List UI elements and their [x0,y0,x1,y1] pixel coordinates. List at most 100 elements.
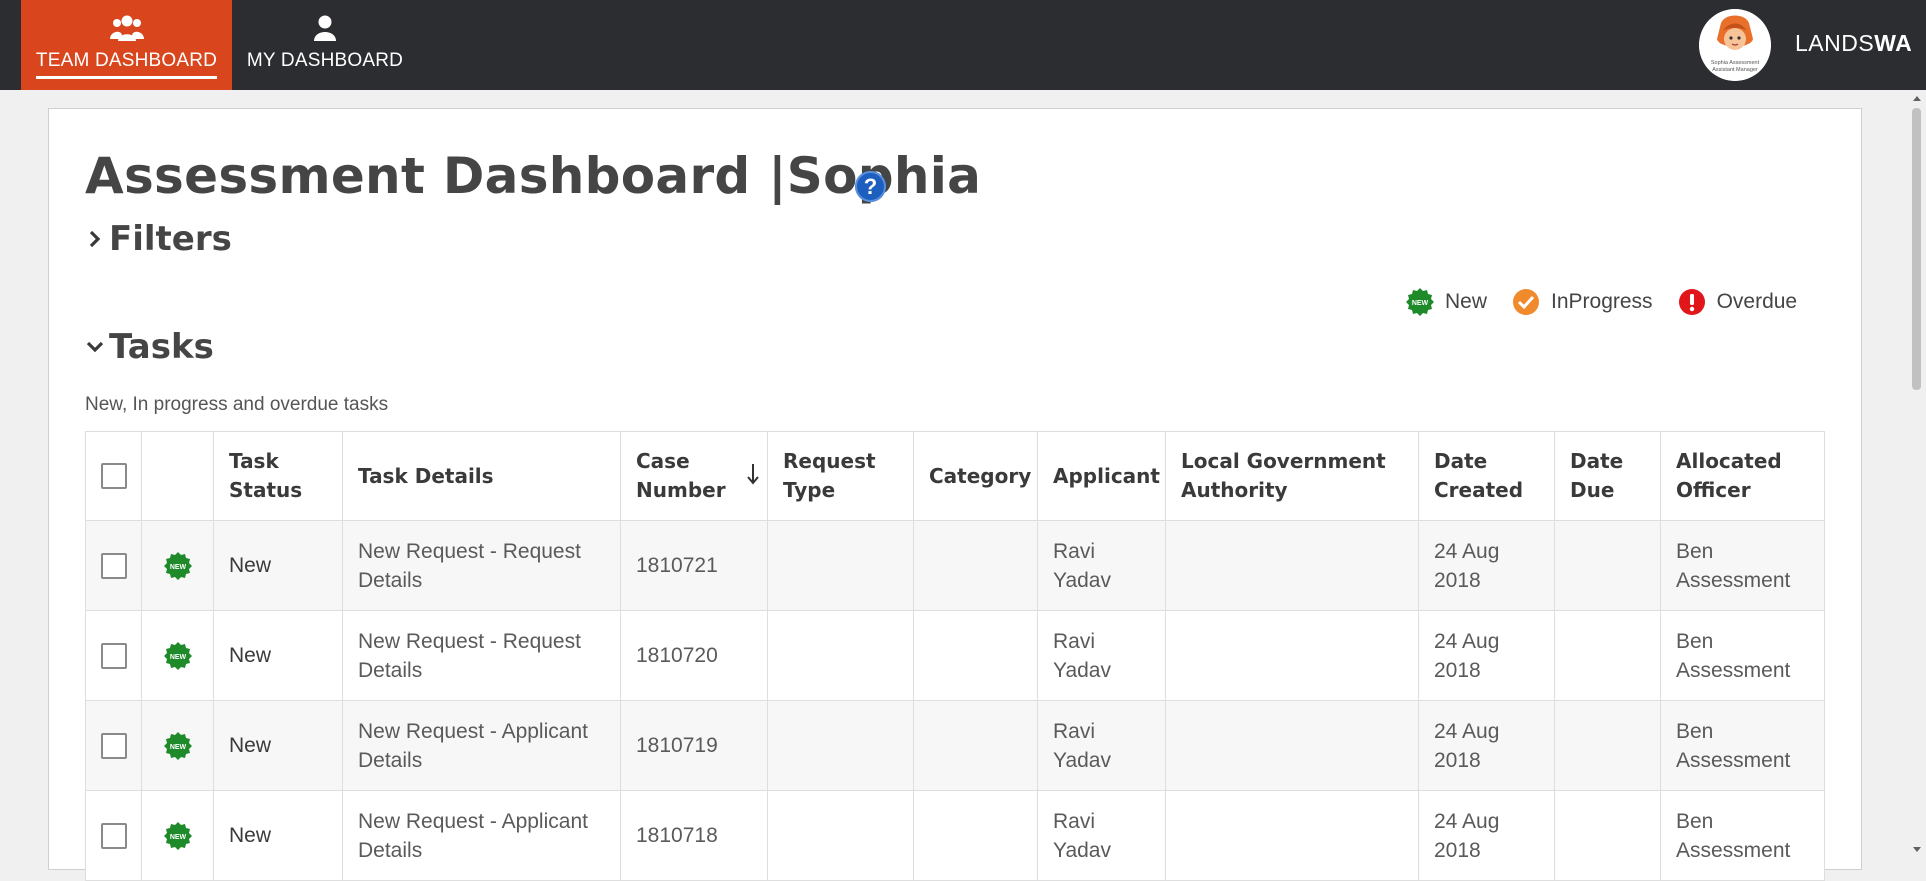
tab-my-dashboard[interactable]: MY DASHBOARD [232,0,418,90]
new-badge-icon: NEW [163,731,192,760]
brand-bold: WA [1874,30,1913,56]
row-checkbox[interactable] [101,732,127,759]
row-status-icon-cell: NEW [141,610,214,701]
row-select-cell [85,700,142,791]
cell-task-status: New [213,700,343,791]
table-row[interactable]: NEW New New Request - Applicant Details 181… [85,700,1825,791]
col-header-task-details[interactable]: Task Details [342,431,621,521]
scrollbar-thumb[interactable] [1912,108,1921,390]
row-checkbox[interactable] [101,822,127,849]
cell-category [913,790,1038,881]
cell-applicant: Ravi Yadav [1037,790,1166,881]
scroll-down-icon[interactable] [1907,842,1926,858]
cell-request-type [767,610,914,701]
cell-request-type [767,520,914,611]
row-status-icon-cell: NEW [141,700,214,791]
col-header-request-type[interactable]: Request Type [767,431,914,521]
col-header-date-created[interactable]: Date Created [1418,431,1555,521]
new-badge-text: NEW [169,654,186,661]
cell-task-details: New Request - Applicant Details [342,700,621,791]
select-all-cell [85,431,142,521]
col-header-case-number[interactable]: Case Number [620,431,768,521]
cell-case-number: 1810721 [620,520,768,611]
cell-task-status: New [213,610,343,701]
cell-applicant: Ravi Yadav [1037,610,1166,701]
col-header-case-number-label: Case Number [636,449,726,502]
row-checkbox[interactable] [101,642,127,669]
row-status-icon-cell: NEW [141,790,214,881]
new-badge-icon: NEW [163,551,192,580]
new-badge-icon: NEW [163,821,192,850]
cell-allocated-officer: Ben Assessment [1660,610,1825,701]
cell-case-number: 1810718 [620,790,768,881]
inprogress-check-icon [1511,287,1541,317]
col-header-task-status[interactable]: Task Status [213,431,343,521]
cell-lga [1165,520,1419,611]
col-header-icon [141,431,214,521]
brand-light: LANDS [1795,30,1875,56]
table-row[interactable]: NEW New New Request - Request Details 18107… [85,610,1825,701]
cell-lga [1165,700,1419,791]
new-badge-text: NEW [169,834,186,841]
cell-task-details: New Request - Applicant Details [342,790,621,881]
col-header-lga[interactable]: Local Government Authority [1165,431,1419,521]
help-icon[interactable]: ? [855,171,886,202]
scroll-up-icon[interactable] [1907,90,1926,106]
col-header-allocated-officer[interactable]: Allocated Officer [1660,431,1825,521]
sort-descending-icon[interactable] [747,462,759,494]
cell-allocated-officer: Ben Assessment [1660,790,1825,881]
row-select-cell [85,520,142,611]
new-badge-text: NEW [169,564,186,571]
col-header-date-due[interactable]: Date Due [1554,431,1661,521]
svg-text:Assistant Manager: Assistant Manager [1712,67,1758,73]
cell-applicant: Ravi Yadav [1037,520,1166,611]
col-header-applicant[interactable]: Applicant [1037,431,1166,521]
table-row[interactable]: NEW New New Request - Request Details 18107… [85,520,1825,611]
tasks-label: Tasks [109,327,214,367]
cell-allocated-officer: Ben Assessment [1660,700,1825,791]
svg-text:NEW: NEW [1412,300,1429,307]
team-icon [109,12,144,44]
page-title: Assessment Dashboard |Sophia [85,147,982,205]
legend-label-overdue: Overdue [1716,290,1798,313]
tab-team-dashboard[interactable]: TEAM DASHBOARD [21,0,232,90]
brand-logo: LANDSWA [1795,30,1912,57]
overdue-alert-icon [1677,287,1707,317]
table-header-row: Task Status Task Details Case Number Req… [85,431,1825,521]
cell-category [913,700,1038,791]
tasks-table: Task Status Task Details Case Number Req… [85,431,1825,881]
legend-item-new: NEW New [1405,287,1487,317]
legend-label-inprogress: InProgress [1551,290,1653,313]
cell-allocated-officer: Ben Assessment [1660,520,1825,611]
legend-label-new: New [1445,290,1488,313]
chevron-down-icon [85,335,105,359]
vertical-scrollbar[interactable] [1907,90,1926,858]
dashboard-card: Assessment Dashboard |Sophia ? Filters N… [48,108,1862,881]
select-all-checkbox[interactable] [101,463,127,489]
cell-lga [1165,610,1419,701]
cell-case-number: 1810719 [620,700,768,791]
filters-label: Filters [109,219,232,259]
filters-toggle[interactable]: Filters [85,219,232,259]
avatar[interactable]: Sophia Assessment Assistant Manager [1699,9,1771,81]
cell-case-number: 1810720 [620,610,768,701]
cell-date-due [1554,520,1661,611]
new-badge-text: NEW [169,744,186,751]
cell-request-type [767,790,914,881]
row-checkbox[interactable] [101,552,127,579]
cell-date-created: 24 Aug 2018 [1418,700,1555,791]
cell-task-status: New [213,520,343,611]
table-row[interactable]: NEW New New Request - Applicant Details 181… [85,790,1825,881]
tab-my-dashboard-label: MY DASHBOARD [246,50,404,71]
top-nav-bar: TEAM DASHBOARD MY DASHBOARD Sophia Asses… [0,0,1926,90]
cell-category [913,520,1038,611]
row-select-cell [85,790,142,881]
cell-lga [1165,790,1419,881]
cell-date-created: 24 Aug 2018 [1418,610,1555,701]
user-icon [313,12,337,44]
cell-date-due [1554,700,1661,791]
row-select-cell [85,610,142,701]
col-header-category[interactable]: Category [913,431,1038,521]
cell-task-status: New [213,790,343,881]
tasks-toggle[interactable]: Tasks [85,327,214,367]
